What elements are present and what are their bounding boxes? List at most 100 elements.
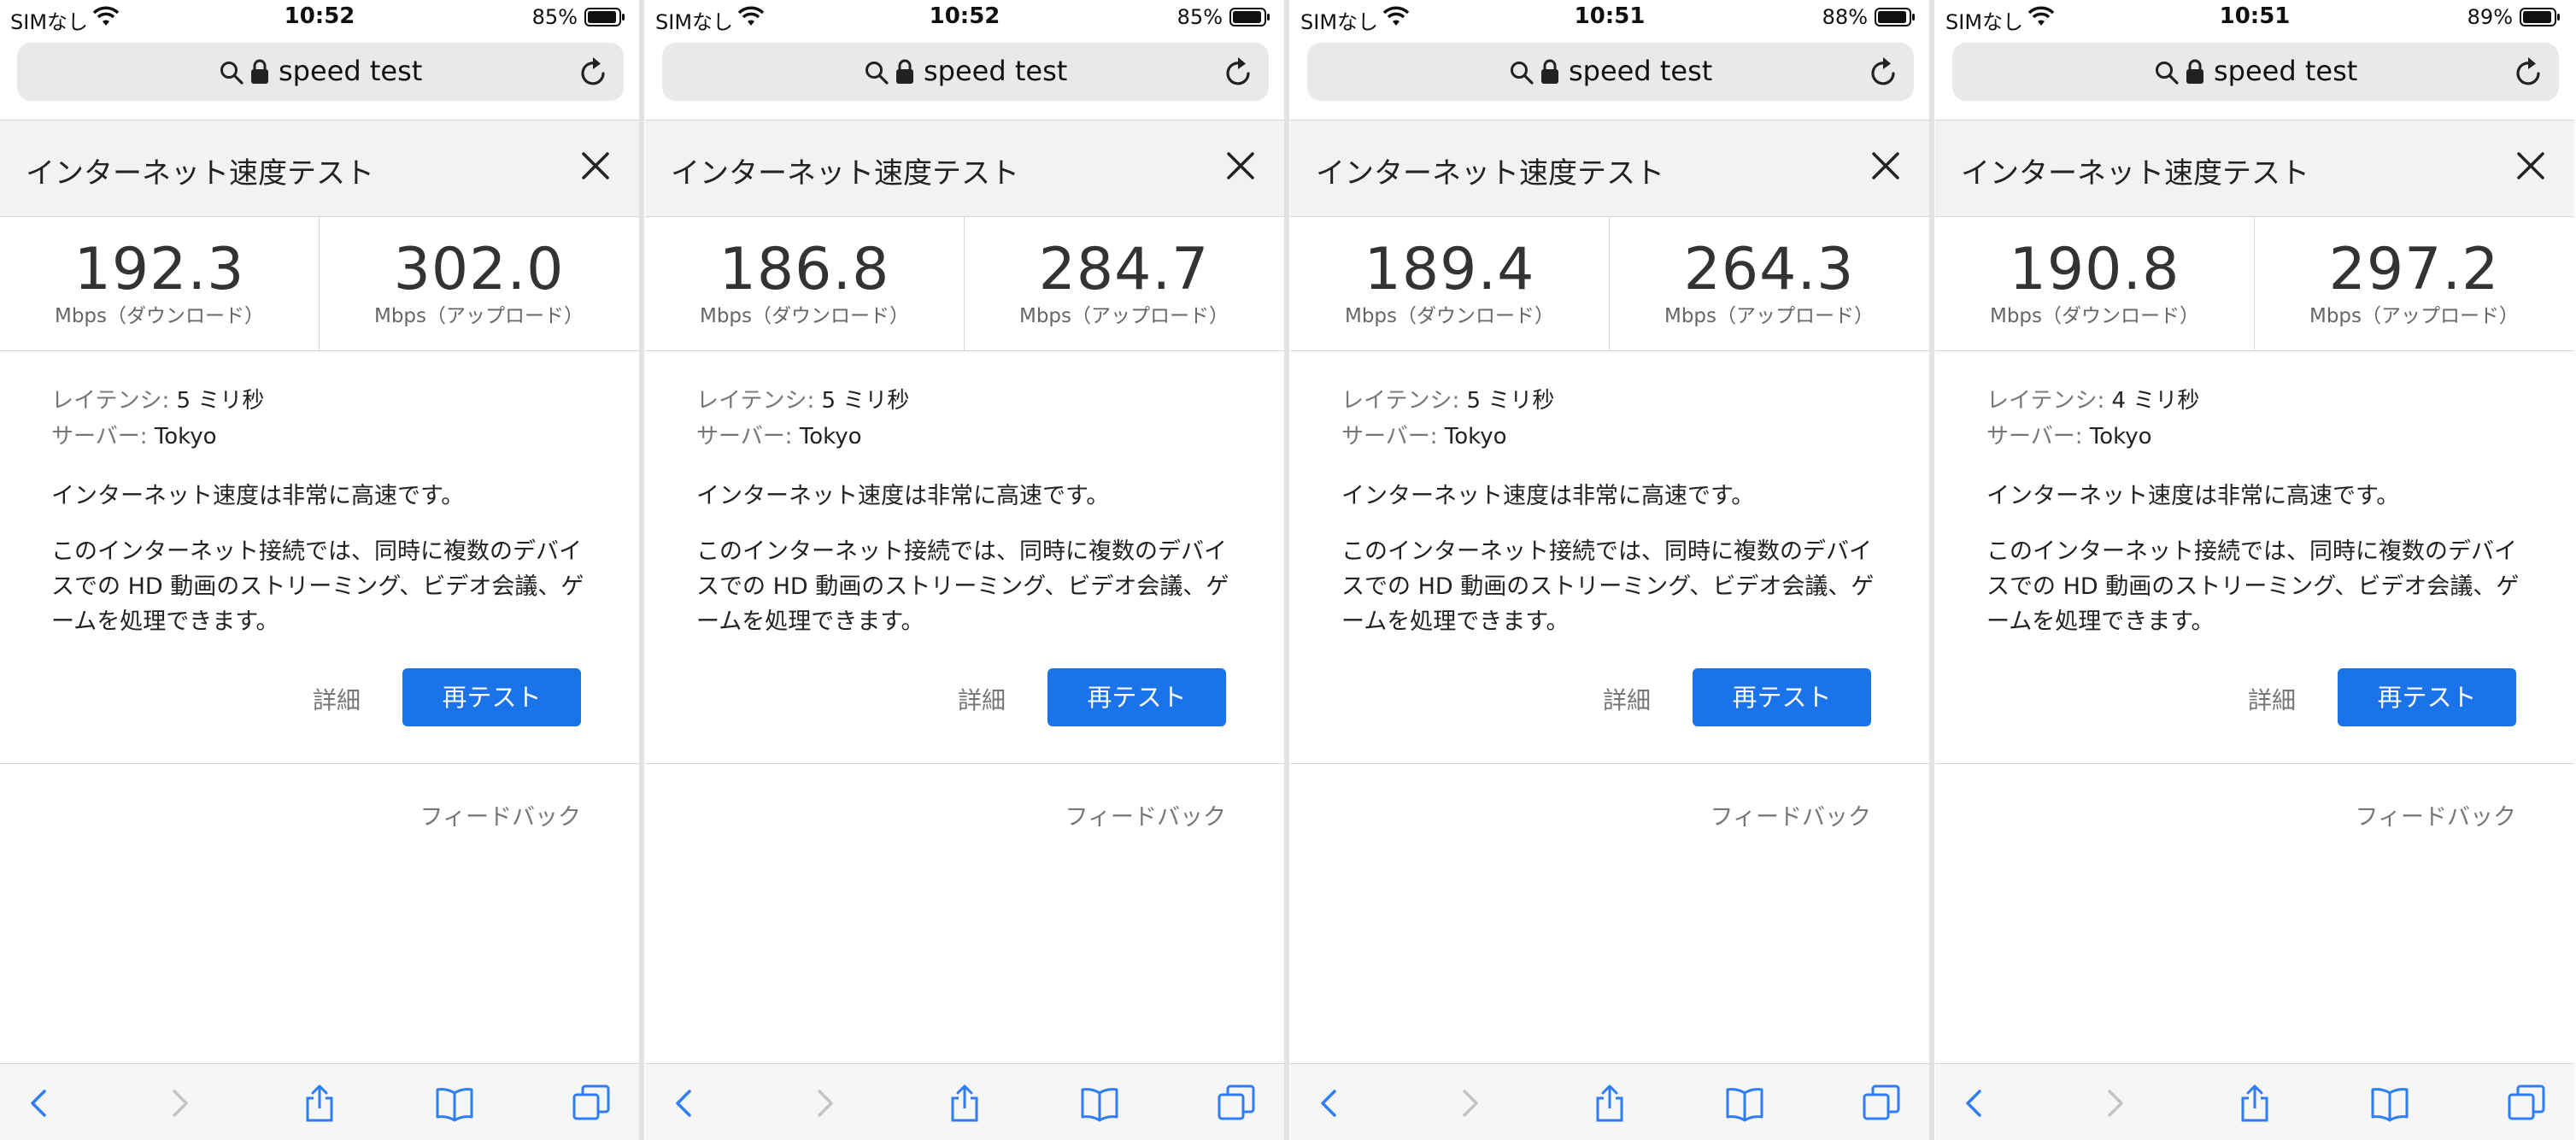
speedtest-header: インターネット速度テスト <box>1290 120 1929 217</box>
share-icon[interactable] <box>2234 1083 2275 1124</box>
reload-icon[interactable] <box>1868 55 1900 89</box>
share-icon[interactable] <box>299 1083 340 1124</box>
details-button[interactable]: 詳細 <box>958 682 1006 716</box>
download-speed-unit: Mbps（ダウンロード） <box>54 305 265 327</box>
status-bar: SIMなし 10:52 85% <box>0 0 639 38</box>
latency-row: レイテンシ: 4 ミリ秒 <box>1986 383 2550 419</box>
battery-icon <box>1229 8 1270 26</box>
battery-percentage: 88% <box>1822 5 1868 29</box>
phone-screen-2: SIMなし 10:52 85% speed test インターネット速度テスト … <box>645 0 1284 1140</box>
back-icon[interactable] <box>664 1083 705 1124</box>
download-speed-unit: Mbps（ダウンロード） <box>699 305 910 327</box>
server-label: サーバー: <box>51 424 148 450</box>
latency-value: 5 ミリ秒 <box>1466 388 1555 414</box>
screen-separator <box>1929 0 1934 1140</box>
back-icon[interactable] <box>1954 1083 1995 1124</box>
latency-value: 5 ミリ秒 <box>821 388 910 414</box>
close-icon[interactable] <box>2516 151 2545 180</box>
search-icon <box>866 62 889 85</box>
address-bar[interactable]: speed test <box>17 43 624 101</box>
latency-value: 4 ミリ秒 <box>2111 388 2200 414</box>
speed-results: 186.8 Mbps（ダウンロード） 284.7 Mbps（アップロード） <box>645 217 1284 351</box>
speed-results: 192.3 Mbps（ダウンロード） 302.0 Mbps（アップロード） <box>0 217 639 351</box>
bookmarks-icon[interactable] <box>434 1083 475 1124</box>
battery-percentage: 85% <box>531 5 578 29</box>
address-bar[interactable]: speed test <box>662 43 1269 101</box>
bookmarks-icon[interactable] <box>2369 1083 2410 1124</box>
test-details: レイテンシ: 5 ミリ秒 サーバー: Tokyo <box>696 383 1260 455</box>
speed-description: このインターネット接続では、同時に複数のデバイスでの HD 動画のストリーミング… <box>1986 538 2520 635</box>
upload-speed-unit: Mbps（アップロード） <box>1018 305 1229 327</box>
reload-icon[interactable] <box>578 55 610 89</box>
close-icon[interactable] <box>581 151 610 180</box>
url-text: speed test <box>1569 55 1713 87</box>
share-icon[interactable] <box>944 1083 985 1124</box>
latency-row: レイテンシ: 5 ミリ秒 <box>1341 383 1905 419</box>
back-icon[interactable] <box>19 1083 60 1124</box>
download-speed-value: 192.3 <box>73 236 245 303</box>
tabs-icon[interactable] <box>571 1083 612 1124</box>
forward-icon[interactable] <box>2094 1083 2135 1124</box>
tabs-icon[interactable] <box>1216 1083 1257 1124</box>
test-details: レイテンシ: 5 ミリ秒 サーバー: Tokyo <box>51 383 615 455</box>
speed-summary: インターネット速度は非常に高速です。 <box>1986 483 2400 509</box>
upload-speed-panel: 302.0 Mbps（アップロード） <box>320 217 638 350</box>
search-icon <box>2156 62 2179 85</box>
speed-description: このインターネット接続では、同時に複数のデバイスでの HD 動画のストリーミング… <box>1341 538 1875 635</box>
server-value: Tokyo <box>2089 424 2152 450</box>
retest-button[interactable]: 再テスト <box>2338 668 2516 726</box>
bookmarks-icon[interactable] <box>1079 1083 1120 1124</box>
search-icon <box>1511 62 1534 85</box>
latency-label: レイテンシ: <box>51 388 170 414</box>
battery-icon <box>1875 8 1915 26</box>
phone-screen-1: SIMなし 10:52 85% speed test インターネット速度テスト … <box>0 0 639 1140</box>
search-icon <box>220 62 244 85</box>
server-label: サーバー: <box>1341 424 1438 450</box>
speed-description: このインターネット接続では、同時に複数のデバイスでの HD 動画のストリーミング… <box>51 538 584 635</box>
lock-icon <box>1541 59 1558 84</box>
upload-speed-value: 297.2 <box>2328 236 2500 303</box>
retest-button[interactable]: 再テスト <box>402 668 581 726</box>
speedtest-header: インターネット速度テスト <box>645 120 1284 217</box>
close-icon[interactable] <box>1871 151 1900 180</box>
upload-speed-unit: Mbps（アップロード） <box>1664 305 1875 327</box>
server-row: サーバー: Tokyo <box>51 419 615 455</box>
feedback-link[interactable]: フィードバック <box>2356 798 2516 831</box>
upload-speed-value: 284.7 <box>1038 236 1210 303</box>
forward-icon[interactable] <box>804 1083 845 1124</box>
address-bar[interactable]: speed test <box>1952 43 2559 101</box>
reload-icon[interactable] <box>1223 55 1255 89</box>
bookmarks-icon[interactable] <box>1724 1083 1765 1124</box>
tabs-icon[interactable] <box>1861 1083 1902 1124</box>
download-speed-panel: 190.8 Mbps（ダウンロード） <box>1935 217 2255 350</box>
upload-speed-panel: 264.3 Mbps（アップロード） <box>1610 217 1928 350</box>
speedtest-header: インターネット速度テスト <box>1935 120 2574 217</box>
lock-icon <box>2186 59 2203 84</box>
close-icon[interactable] <box>1226 151 1255 180</box>
feedback-link[interactable]: フィードバック <box>1710 798 1871 831</box>
upload-speed-panel: 297.2 Mbps（アップロード） <box>2255 217 2573 350</box>
feedback-link[interactable]: フィードバック <box>1065 798 1226 831</box>
screen-separator <box>1284 0 1289 1140</box>
retest-button[interactable]: 再テスト <box>1693 668 1871 726</box>
feedback-link[interactable]: フィードバック <box>420 798 581 831</box>
test-details: レイテンシ: 5 ミリ秒 サーバー: Tokyo <box>1341 383 1905 455</box>
divider <box>0 763 639 764</box>
phone-screen-3: SIMなし 10:51 88% speed test インターネット速度テスト … <box>1290 0 1929 1140</box>
details-button[interactable]: 詳細 <box>2248 682 2296 716</box>
forward-icon[interactable] <box>159 1083 200 1124</box>
download-speed-value: 189.4 <box>1364 236 1535 303</box>
details-button[interactable]: 詳細 <box>1603 682 1651 716</box>
retest-button[interactable]: 再テスト <box>1047 668 1226 726</box>
divider <box>645 763 1284 764</box>
address-bar[interactable]: speed test <box>1307 43 1914 101</box>
battery-percentage: 89% <box>2467 5 2513 29</box>
latency-label: レイテンシ: <box>1341 388 1460 414</box>
share-icon[interactable] <box>1589 1083 1630 1124</box>
details-button[interactable]: 詳細 <box>313 682 361 716</box>
reload-icon[interactable] <box>2513 55 2545 89</box>
back-icon[interactable] <box>1309 1083 1350 1124</box>
test-details: レイテンシ: 4 ミリ秒 サーバー: Tokyo <box>1986 383 2550 455</box>
forward-icon[interactable] <box>1449 1083 1490 1124</box>
tabs-icon[interactable] <box>2506 1083 2547 1124</box>
